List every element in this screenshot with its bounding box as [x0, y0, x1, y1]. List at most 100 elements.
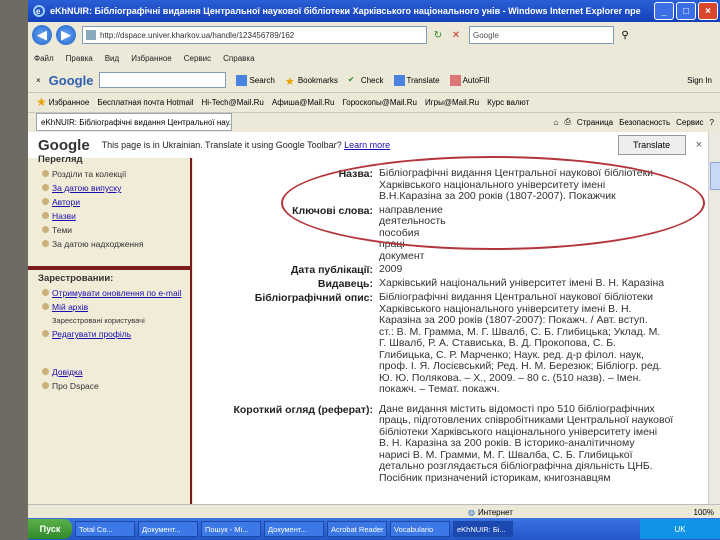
bullet-icon	[42, 184, 49, 191]
translate-message-text: This page is in Ukrainian. Translate it …	[101, 140, 342, 150]
close-button[interactable]: ×	[698, 2, 718, 20]
favorite-link-afisha[interactable]: Афиша@Mail.Ru	[272, 98, 335, 107]
start-button[interactable]: Пуск	[28, 519, 72, 539]
taskbar-item-acrobat[interactable]: Acrobat Reader	[327, 521, 387, 537]
safety-menu[interactable]: Безопасность	[619, 118, 670, 127]
page-menu[interactable]: Страница	[577, 118, 613, 127]
tab-current[interactable]: eKhNUIR: Бібліографічні видання Централь…	[36, 113, 232, 131]
zoom-level[interactable]: 100%	[694, 508, 714, 517]
field-label: Короткий огляд (реферат):	[233, 403, 373, 416]
taskbar-item-vocabulario[interactable]: Vocabulario	[390, 521, 450, 537]
sidebar-item-email-updates[interactable]: Отримувати оновлення по e-mail	[42, 288, 190, 298]
favorites-button[interactable]: ★ Избранное	[36, 95, 89, 109]
bullet-icon	[42, 198, 49, 205]
sidebar-item-by-date[interactable]: За датою випуску	[42, 183, 190, 193]
google-autofill-button[interactable]: AutoFill	[449, 74, 490, 86]
home-icon[interactable]: ⌂	[554, 118, 559, 127]
favorite-link-games[interactable]: Игры@Mail.Ru	[425, 98, 479, 107]
zone-indicator: ◍ Интернет	[468, 508, 513, 517]
field-citation: Бібліографічний опис: Бібліографічні вид…	[193, 291, 708, 396]
google-check-button[interactable]: ✔ Check	[348, 75, 384, 86]
taskbar-item-document-1[interactable]: Документ...	[138, 521, 198, 537]
sidebar-item-about[interactable]: Про Dspace	[42, 381, 190, 391]
google-signin-label: Sign In	[687, 75, 712, 85]
google-bookmarks-label: Bookmarks	[297, 75, 338, 85]
refresh-icon[interactable]: ↻	[431, 28, 445, 42]
menu-file[interactable]: Файл	[34, 54, 54, 63]
favorite-link-horoscope[interactable]: Гороскопы@Mail.Ru	[342, 98, 417, 107]
vertical-scrollbar[interactable]	[708, 132, 720, 504]
favorites-label: Избранное	[48, 97, 90, 107]
language-indicator[interactable]: UK	[674, 525, 685, 534]
url-text: http://dspace.univer.kharkov.ua/handle/1…	[100, 30, 295, 40]
tools-menu[interactable]: Сервис	[676, 118, 703, 127]
menu-help[interactable]: Справка	[223, 54, 254, 63]
translate-message: This page is in Ukrainian. Translate it …	[102, 140, 391, 150]
google-autofill-label: AutoFill	[462, 75, 490, 85]
back-icon[interactable]: ◀	[32, 25, 52, 45]
google-search-input[interactable]	[99, 72, 227, 88]
tab-current-label: eKhNUIR: Бібліографічні видання Централь…	[41, 117, 232, 127]
field-value: Бібліографічні видання Центральної науко…	[379, 291, 662, 395]
sidebar-item-by-submit-date[interactable]: За датою надходження	[42, 239, 190, 249]
browser-window: e eKhNUIR: Бібліографічні видання Центра…	[28, 0, 720, 540]
print-icon[interactable]: ⎙	[564, 117, 570, 127]
url-input[interactable]: http://dspace.univer.kharkov.ua/handle/1…	[82, 26, 427, 44]
menu-tools[interactable]: Сервис	[184, 54, 211, 63]
sidebar-item-authors[interactable]: Автори	[42, 197, 190, 207]
google-translate-button[interactable]: Translate	[393, 74, 440, 86]
favorite-link-currency[interactable]: Курс валют	[487, 98, 529, 107]
field-value: Харківський національний університет іме…	[379, 277, 665, 289]
bullet-icon	[42, 212, 49, 219]
search-icon[interactable]: ⚲	[618, 28, 632, 42]
google-check-label: Check	[360, 75, 384, 85]
field-label: Дата публікації:	[290, 264, 373, 276]
taskbar-item-document-2[interactable]: Документ...	[264, 521, 324, 537]
sidebar-item-titles[interactable]: Назви	[42, 211, 190, 221]
favorite-link-hotmail[interactable]: Бесплатная почта Hotmail	[97, 98, 193, 107]
google-bookmarks-button[interactable]: ★ Bookmarks	[285, 75, 338, 88]
google-toolbar: × Google Search ★ Bookmarks ✔ Check Transl…	[28, 68, 720, 93]
taskbar-item-search[interactable]: Пошук - Mi...	[201, 521, 261, 537]
sidebar-item-my-archive[interactable]: Мій архів	[42, 302, 190, 312]
help-icon[interactable]: ?	[710, 118, 714, 127]
field-abstract: Короткий огляд (реферат): Дане видання м…	[193, 402, 708, 485]
favorite-link-hitech[interactable]: Hi-Tech@Mail.Ru	[202, 98, 264, 107]
stop-icon[interactable]: ✕	[449, 28, 463, 42]
sidebar-registered-header: Зарестровании:	[38, 273, 114, 284]
svg-text:e: e	[36, 7, 41, 16]
taskbar-item-total-commander[interactable]: Total Co...	[75, 521, 135, 537]
menu-favorites[interactable]: Избранное	[131, 54, 172, 63]
google-search-button[interactable]: Search	[236, 74, 275, 86]
sidebar-item-edit-profile[interactable]: Редагувати профіль	[42, 329, 190, 339]
bullet-icon	[42, 368, 49, 375]
sidebar-item-help[interactable]: Довідка	[42, 367, 190, 377]
translate-button[interactable]: Translate	[617, 135, 686, 155]
scrollbar-thumb[interactable]	[710, 162, 720, 190]
field-value: Дане видання містить відомості про 510 б…	[379, 402, 674, 484]
bullet-icon	[42, 170, 49, 177]
minimize-button[interactable]: _	[654, 2, 674, 20]
browser-search-input[interactable]: Google	[469, 26, 614, 44]
close-toolbar-icon[interactable]: ×	[36, 76, 41, 85]
bullet-icon	[42, 303, 49, 310]
menu-bar: Файл Правка Вид Избранное Сервис Справка	[28, 48, 720, 68]
google-signin-button[interactable]: Sign In	[687, 76, 712, 85]
title-bar: e eKhNUIR: Бібліографічні видання Центра…	[28, 0, 720, 22]
ie-icon: e	[33, 5, 45, 17]
window-title: eKhNUIR: Бібліографічні видання Централь…	[50, 6, 641, 16]
translate-google-logo: Google	[38, 136, 90, 154]
menu-view[interactable]: Вид	[105, 54, 119, 63]
close-translate-icon[interactable]: ×	[696, 139, 702, 151]
sidebar-item-subjects[interactable]: Теми	[42, 225, 190, 235]
translate-icon	[393, 74, 405, 86]
taskbar: Пуск Total Co... Документ... Пошук - Mi.…	[28, 518, 720, 540]
maximize-button[interactable]: □	[676, 2, 696, 20]
sidebar-item-communities[interactable]: Розділи та колекції	[42, 169, 190, 179]
taskbar-item-ekhnuir[interactable]: eKhNUIR: Бі...	[453, 521, 513, 537]
learn-more-link[interactable]: Learn more	[344, 140, 390, 150]
menu-edit[interactable]: Правка	[66, 54, 93, 63]
forward-icon[interactable]: ▶	[56, 25, 76, 45]
google-toolbar-logo: Google	[48, 72, 94, 88]
field-value: 2009	[379, 263, 403, 275]
